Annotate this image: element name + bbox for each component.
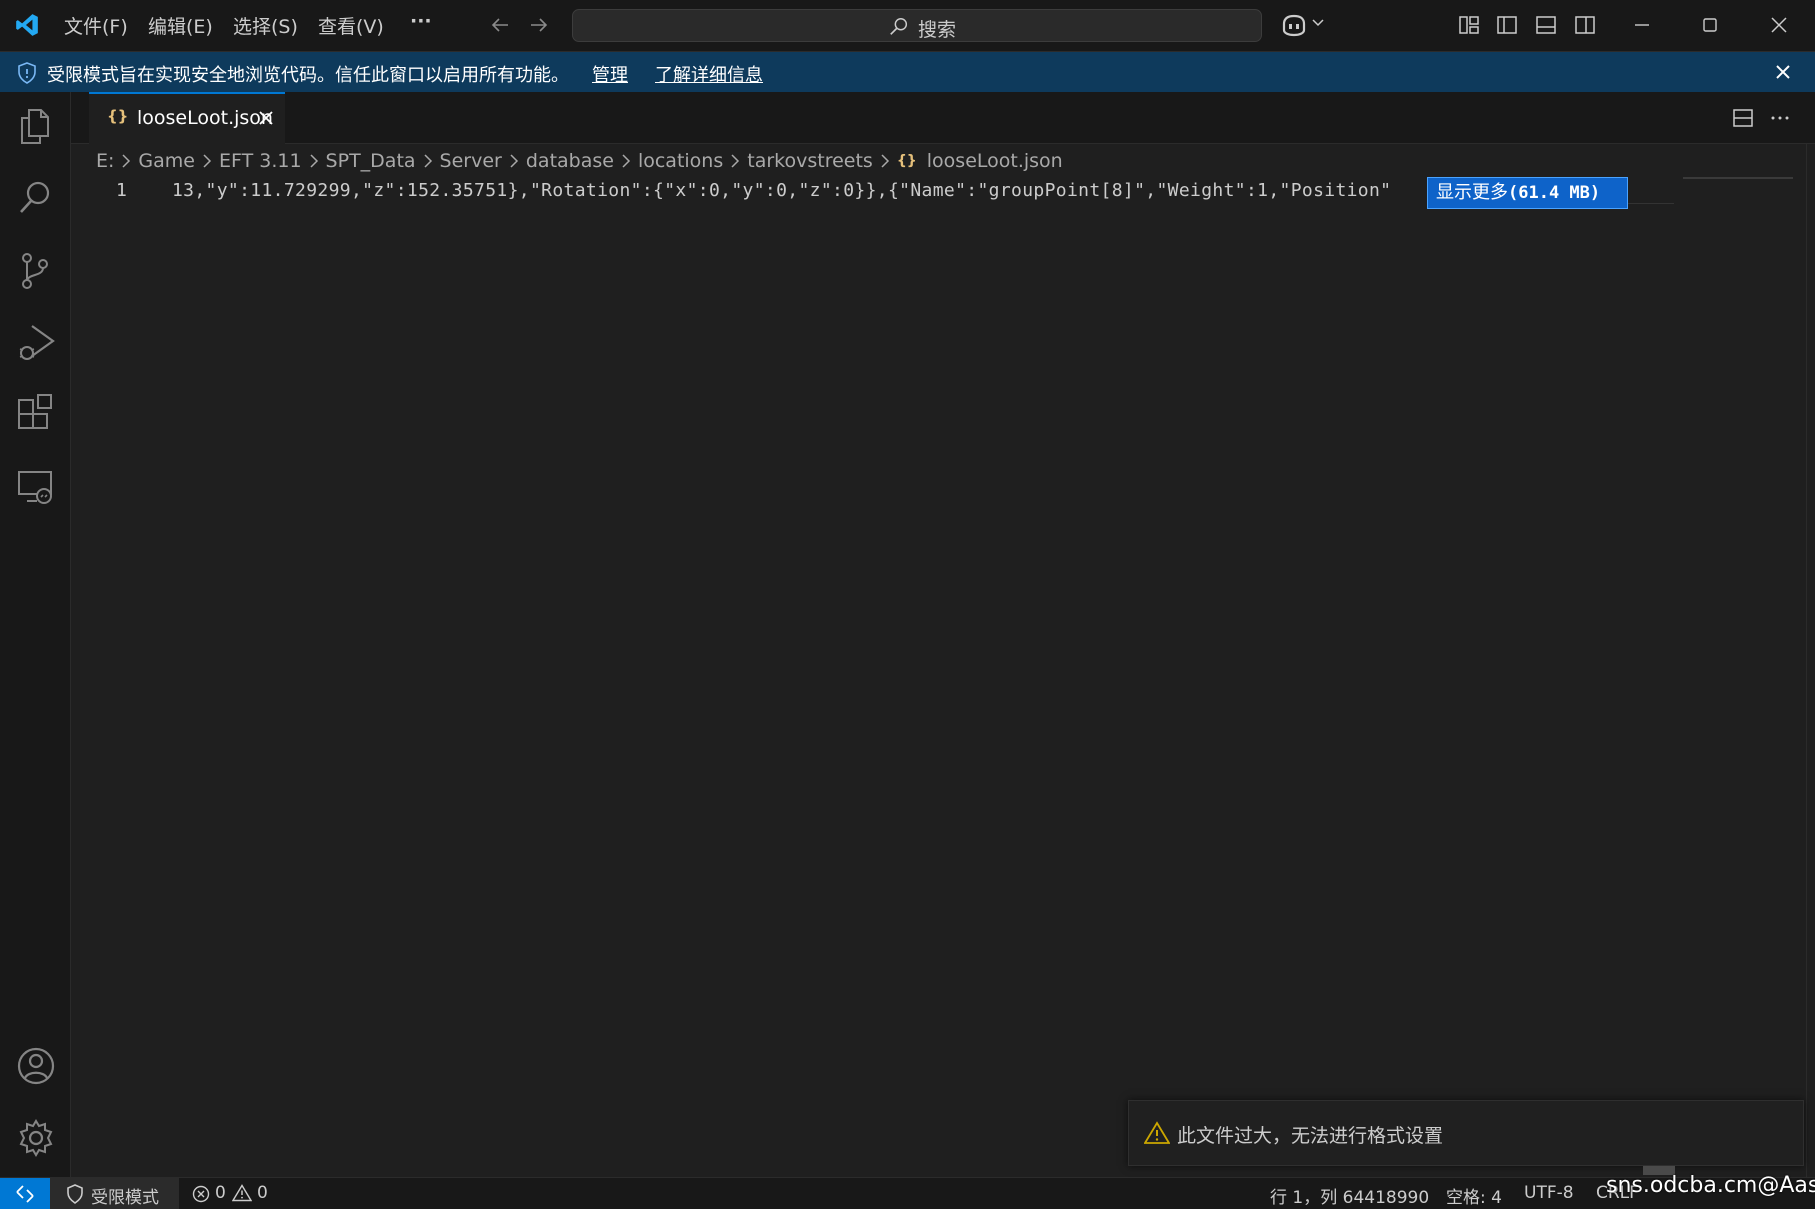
chevron-right-icon — [121, 153, 131, 169]
show-more-size: (61.4 MB) — [1508, 183, 1601, 203]
notification-toast: 此文件过大，无法进行格式设置 — [1128, 1100, 1804, 1166]
encoding-setting[interactable]: UTF-8 — [1524, 1183, 1574, 1203]
close-window-icon[interactable] — [1769, 12, 1789, 38]
breadcrumb-item[interactable]: Game — [138, 150, 195, 172]
menu-edit[interactable]: 编辑(E) — [148, 12, 213, 39]
editor-tab-bar: {} looseLoot.json — [71, 92, 1815, 144]
breadcrumb-item[interactable]: SPT_Data — [326, 150, 416, 172]
command-center-search[interactable]: 搜索 — [572, 9, 1262, 42]
line-number: 1 — [116, 180, 127, 201]
accounts-icon[interactable] — [17, 1046, 55, 1086]
warning-icon — [1144, 1121, 1170, 1145]
minimap[interactable] — [1683, 177, 1793, 179]
menu-more-button[interactable]: ··· — [410, 10, 432, 32]
chevron-right-icon — [880, 153, 890, 169]
restricted-mode-banner: 受限模式旨在实现安全地浏览代码。信任此窗口以启用所有功能。 管理 了解详细信息 — [0, 52, 1815, 92]
tab-looseloot-json[interactable]: {} looseLoot.json — [89, 92, 285, 144]
copilot-icon[interactable] — [1280, 12, 1308, 38]
back-arrow-icon[interactable] — [488, 13, 512, 37]
breadcrumb-item-file[interactable]: looseLoot.json — [927, 150, 1063, 172]
breadcrumb-item[interactable]: database — [526, 150, 614, 172]
menu-view[interactable]: 查看(V) — [318, 12, 384, 39]
notification-message: 此文件过大，无法进行格式设置 — [1177, 1125, 1444, 1147]
search-sidebar-icon[interactable] — [17, 178, 53, 218]
restricted-mode-button[interactable]: 受限模式 — [50, 1178, 179, 1209]
run-debug-icon[interactable] — [17, 320, 55, 364]
banner-learn-more-link[interactable]: 了解详细信息 — [655, 61, 763, 87]
shield-icon — [66, 1184, 84, 1204]
watermark-text: sns.odcba.cm@Aasd — [1606, 1173, 1815, 1198]
cursor-position[interactable]: 行 1，列 64418990 — [1270, 1183, 1429, 1208]
breadcrumb-item[interactable]: tarkovstreets — [747, 150, 873, 172]
chevron-right-icon — [202, 153, 212, 169]
activity-bar — [0, 92, 71, 1177]
json-file-icon: {} — [896, 153, 917, 169]
error-icon[interactable] — [192, 1185, 210, 1203]
toggle-panel-icon[interactable] — [1534, 13, 1558, 37]
json-file-icon: {} — [107, 107, 129, 125]
warning-icon[interactable] — [232, 1184, 252, 1202]
show-more-button[interactable]: 显示更多(61.4 MB) — [1427, 177, 1628, 209]
banner-manage-link[interactable]: 管理 — [592, 61, 628, 87]
breadcrumb-item[interactable]: locations — [638, 150, 723, 172]
search-placeholder: 搜索 — [918, 19, 957, 41]
breadcrumb: E: Game EFT 3.11 SPT_Data Server databas… — [96, 148, 1063, 174]
manage-gear-icon[interactable] — [17, 1118, 55, 1158]
toggle-secondary-sidebar-icon[interactable] — [1573, 13, 1597, 37]
warning-count[interactable]: 0 — [257, 1183, 268, 1203]
code-line[interactable]: 13,"y":11.729299,"z":152.35751},"Rotatio… — [172, 180, 1422, 201]
show-more-label: 显示更多 — [1436, 182, 1508, 203]
current-line-highlight — [1628, 203, 1674, 204]
toggle-primary-sidebar-icon[interactable] — [1495, 13, 1519, 37]
vscode-logo-icon[interactable] — [14, 12, 40, 38]
breadcrumb-item[interactable]: EFT 3.11 — [219, 150, 302, 172]
minimize-icon[interactable] — [1632, 12, 1652, 38]
more-actions-icon[interactable] — [1768, 106, 1792, 130]
explorer-icon[interactable] — [17, 106, 53, 146]
chevron-right-icon — [309, 153, 319, 169]
indentation-setting[interactable]: 空格: 4 — [1446, 1183, 1502, 1208]
chevron-right-icon — [423, 153, 433, 169]
title-bar: 文件(F) 编辑(E) 选择(S) 查看(V) ··· 搜索 — [0, 0, 1815, 52]
menu-file[interactable]: 文件(F) — [64, 12, 128, 39]
remote-indicator-button[interactable] — [0, 1178, 50, 1209]
chevron-right-icon — [509, 153, 519, 169]
chevron-right-icon — [621, 153, 631, 169]
menu-selection[interactable]: 选择(S) — [233, 12, 298, 39]
source-control-icon[interactable] — [17, 250, 53, 292]
maximize-icon[interactable] — [1700, 12, 1720, 38]
tab-label: looseLoot.json — [137, 107, 273, 129]
banner-message: 受限模式旨在实现安全地浏览代码。信任此窗口以启用所有功能。 — [47, 65, 569, 86]
search-icon — [888, 16, 910, 38]
breadcrumb-item[interactable]: E: — [96, 150, 114, 172]
error-count[interactable]: 0 — [215, 1183, 226, 1203]
chevron-right-icon — [730, 153, 740, 169]
breadcrumb-item[interactable]: Server — [440, 150, 502, 172]
remote-icon — [14, 1184, 36, 1204]
split-editor-icon[interactable] — [1731, 106, 1755, 130]
vertical-scrollbar[interactable] — [1806, 144, 1815, 1177]
remote-explorer-icon[interactable] — [17, 468, 55, 508]
customize-layout-icon[interactable] — [1457, 13, 1481, 37]
forward-arrow-icon[interactable] — [527, 13, 551, 37]
tab-close-icon[interactable] — [254, 106, 278, 130]
chevron-down-icon[interactable] — [1311, 18, 1325, 28]
restricted-mode-label: 受限模式 — [91, 1188, 159, 1208]
extensions-icon[interactable] — [17, 394, 55, 434]
shield-icon — [17, 62, 37, 84]
banner-close-icon[interactable] — [1772, 61, 1794, 83]
status-bar: 受限模式 0 0 行 1，列 64418990 空格: 4 UTF-8 CRLF — [0, 1177, 1815, 1209]
